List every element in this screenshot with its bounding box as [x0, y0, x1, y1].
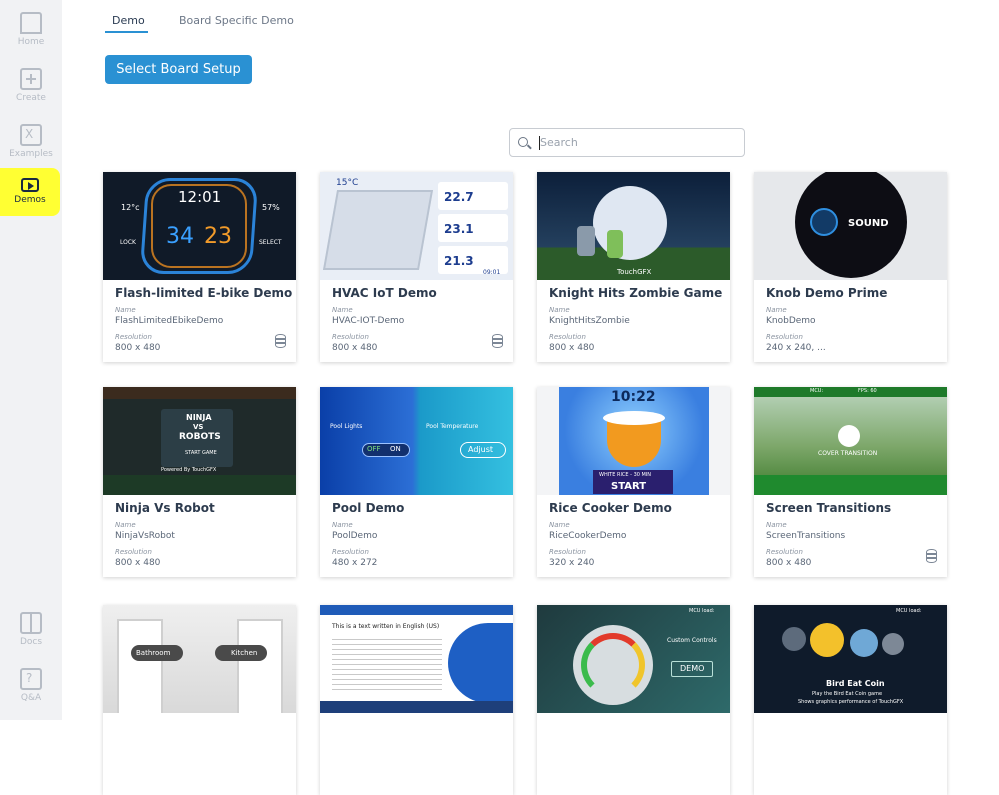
name-label: Name	[766, 521, 787, 529]
sidebar-item-home[interactable]: Home	[0, 6, 62, 58]
sidebar: Home Create X Examples Demos Docs ? Q&A	[0, 0, 62, 720]
resolution-label: Resolution	[549, 333, 586, 341]
sidebar-item-label: Q&A	[20, 693, 42, 703]
sidebar-item-label: Docs	[19, 637, 43, 647]
card-title: Ninja Vs Robot	[115, 501, 215, 515]
card-title: Knight Hits Zombie Game	[549, 286, 723, 300]
project-name: HVAC-IOT-Demo	[332, 316, 405, 326]
resolution-label: Resolution	[332, 548, 369, 556]
demo-thumbnail: MCU load: Custom Controls DEMO	[537, 605, 730, 713]
card-title: HVAC IoT Demo	[332, 286, 437, 300]
demo-thumbnail: MCU load: Bird Eat Coin Play the Bird Ea…	[754, 605, 947, 713]
resolution-label: Resolution	[115, 548, 152, 556]
sidebar-item-label: Create	[16, 93, 46, 103]
resolution-value: 800 x 480	[115, 343, 161, 353]
name-label: Name	[115, 306, 136, 314]
active-tab-indicator	[105, 31, 148, 33]
resolution-label: Resolution	[549, 548, 586, 556]
demo-card-custom-controls[interactable]: MCU load: Custom Controls DEMO	[537, 605, 730, 795]
plus-icon	[20, 68, 42, 90]
demo-card-knight[interactable]: TouchGFX Knight Hits Zombie Game Name Kn…	[537, 172, 730, 362]
demo-card-screen-transitions[interactable]: MCU: FPS: 60 COVER TRANSITION Screen Tra…	[754, 387, 947, 577]
search-icon	[518, 137, 528, 147]
search-placeholder: Search	[540, 136, 578, 149]
sidebar-item-examples[interactable]: X Examples	[0, 118, 62, 170]
demo-thumbnail: 12:01 34 23 12°c 57% LOCK SELECT	[103, 172, 296, 280]
search-input[interactable]: Search	[509, 128, 745, 157]
resolution-value: 800 x 480	[766, 558, 812, 568]
resolution-label: Resolution	[766, 333, 803, 341]
sidebar-item-label: Home	[17, 37, 45, 47]
sidebar-item-demos[interactable]: Demos	[0, 168, 60, 216]
sidebar-item-qa[interactable]: ? Q&A	[0, 662, 62, 714]
sidebar-item-create[interactable]: Create	[0, 62, 62, 114]
resolution-value: 800 x 480	[115, 558, 161, 568]
database-icon	[492, 334, 503, 348]
tab-board-specific-demo[interactable]: Board Specific Demo	[179, 14, 294, 27]
name-label: Name	[332, 306, 353, 314]
demo-thumbnail: Pool Lights Pool Temperature OFF ON Adju…	[320, 387, 513, 495]
demo-thumbnail: MCU: FPS: 60 COVER TRANSITION	[754, 387, 947, 495]
demo-thumbnail: TouchGFX	[537, 172, 730, 280]
demo-thumbnail: SOUND	[754, 172, 947, 280]
demo-card-knob[interactable]: SOUND Knob Demo Prime Name KnobDemo Reso…	[754, 172, 947, 362]
project-name: KnobDemo	[766, 316, 816, 326]
card-title: Pool Demo	[332, 501, 405, 515]
question-icon: ?	[20, 668, 42, 690]
demo-card-hvac[interactable]: 15°C 22.7 23.1 21.3 09:01 HVAC IoT Demo …	[320, 172, 513, 362]
name-label: Name	[549, 306, 570, 314]
demo-thumbnail: 10:22 WHITE RICE - 30 MIN START	[537, 387, 730, 495]
project-name: FlashLimitedEbikeDemo	[115, 316, 224, 326]
name-label: Name	[115, 521, 136, 529]
demo-thumbnail: Bathroom Kitchen	[103, 605, 296, 713]
name-label: Name	[766, 306, 787, 314]
book-icon	[20, 612, 42, 634]
select-board-setup-button[interactable]: Select Board Setup	[105, 55, 252, 84]
resolution-value: 320 x 240	[549, 558, 595, 568]
sidebar-item-docs[interactable]: Docs	[0, 606, 62, 658]
resolution-value: 480 x 272	[332, 558, 378, 568]
card-title: Flash-limited E-bike Demo	[115, 286, 293, 300]
examples-icon: X	[20, 124, 42, 146]
card-title: Rice Cooker Demo	[549, 501, 672, 515]
demo-card-rice-cooker[interactable]: 10:22 WHITE RICE - 30 MIN START Rice Coo…	[537, 387, 730, 577]
name-label: Name	[549, 521, 570, 529]
demo-card-text[interactable]: This is a text written in English (US)	[320, 605, 513, 795]
tab-demo[interactable]: Demo	[112, 14, 145, 27]
resolution-value: 800 x 480	[332, 343, 378, 353]
project-name: NinjaVsRobot	[115, 531, 175, 541]
home-icon	[20, 12, 42, 34]
card-title: Knob Demo Prime	[766, 286, 888, 300]
demo-thumbnail: NINJA VS ROBOTS START GAME Powered By To…	[103, 387, 296, 495]
name-label: Name	[332, 521, 353, 529]
sidebar-item-label: Demos	[14, 195, 46, 205]
demo-card-home-automation[interactable]: Bathroom Kitchen	[103, 605, 296, 795]
resolution-label: Resolution	[115, 333, 152, 341]
demo-card-pool[interactable]: Pool Lights Pool Temperature OFF ON Adju…	[320, 387, 513, 577]
project-name: ScreenTransitions	[766, 531, 846, 541]
demo-thumbnail: This is a text written in English (US)	[320, 605, 513, 713]
database-icon	[275, 334, 286, 348]
project-name: RiceCookerDemo	[549, 531, 627, 541]
project-name: PoolDemo	[332, 531, 378, 541]
demo-card-bird-eat-coin[interactable]: MCU load: Bird Eat Coin Play the Bird Ea…	[754, 605, 947, 795]
play-icon	[21, 178, 39, 192]
project-name: KnightHitsZombie	[549, 316, 630, 326]
resolution-label: Resolution	[332, 333, 369, 341]
resolution-value: 800 x 480	[549, 343, 595, 353]
resolution-value: 240 x 240, ...	[766, 343, 826, 353]
resolution-label: Resolution	[766, 548, 803, 556]
demo-card-ebike[interactable]: 12:01 34 23 12°c 57% LOCK SELECT Flash-l…	[103, 172, 296, 362]
demo-card-ninja[interactable]: NINJA VS ROBOTS START GAME Powered By To…	[103, 387, 296, 577]
card-title: Screen Transitions	[766, 501, 892, 515]
database-icon	[926, 549, 937, 563]
demo-thumbnail: 15°C 22.7 23.1 21.3 09:01	[320, 172, 513, 280]
sidebar-item-label: Examples	[9, 149, 53, 159]
